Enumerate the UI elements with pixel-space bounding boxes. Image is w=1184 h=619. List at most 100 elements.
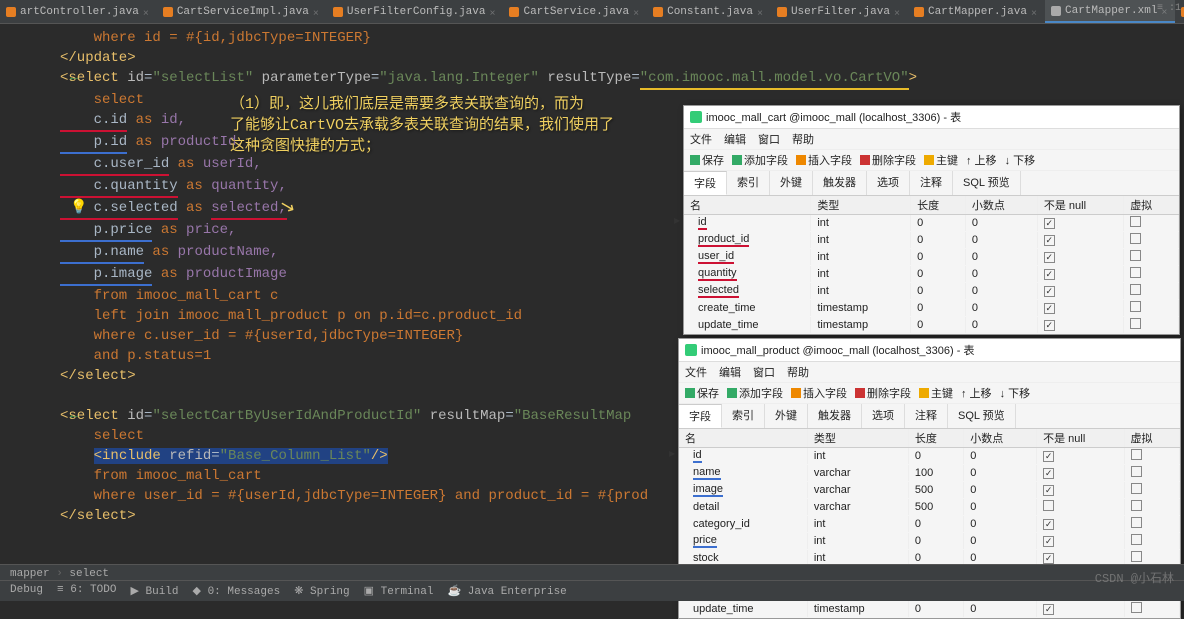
- db-tab[interactable]: SQL 预览: [953, 171, 1021, 195]
- delete-field-icon[interactable]: [855, 388, 865, 398]
- db-tab[interactable]: 注释: [910, 171, 953, 195]
- tool-window-button[interactable]: Debug: [10, 584, 43, 598]
- db-tab[interactable]: 字段: [679, 404, 722, 428]
- virtual-checkbox[interactable]: [1130, 284, 1141, 295]
- tab-CartService-java[interactable]: CartService.java: [503, 0, 647, 23]
- table-row[interactable]: product_idint00: [684, 232, 1179, 249]
- col-header[interactable]: 名: [684, 196, 811, 215]
- virtual-checkbox[interactable]: [1131, 534, 1142, 545]
- tab-CartServiceImpl-java[interactable]: CartServiceImpl.java: [157, 0, 327, 23]
- db-tab[interactable]: 选项: [867, 171, 910, 195]
- close-icon[interactable]: [757, 8, 765, 16]
- tool-window-button[interactable]: ▶ Build: [130, 584, 178, 598]
- col-header[interactable]: 长度: [908, 429, 963, 448]
- not-null-checkbox[interactable]: [1044, 320, 1055, 331]
- virtual-checkbox[interactable]: [1131, 449, 1142, 460]
- virtual-checkbox[interactable]: [1130, 267, 1141, 278]
- col-header[interactable]: 名: [679, 429, 807, 448]
- not-null-checkbox[interactable]: [1043, 468, 1054, 479]
- tab-UserFilter-java[interactable]: UserFilter.java: [771, 0, 908, 23]
- not-null-checkbox[interactable]: [1043, 519, 1054, 530]
- db-tab[interactable]: 触发器: [808, 404, 862, 428]
- col-header[interactable]: 小数点: [964, 429, 1037, 448]
- db-tabs[interactable]: 字段索引外键触发器选项注释SQL 预览: [679, 404, 1180, 429]
- db-menu[interactable]: 文件编辑窗口帮助: [684, 129, 1179, 150]
- db-tab[interactable]: 注释: [905, 404, 948, 428]
- close-icon[interactable]: [489, 8, 497, 16]
- db-tabs[interactable]: 字段索引外键触发器选项注释SQL 预览: [684, 171, 1179, 196]
- save-icon[interactable]: [690, 155, 700, 165]
- menu-item[interactable]: 窗口: [753, 364, 775, 380]
- tool-window-button[interactable]: ☕ Java Enterprise: [447, 584, 566, 598]
- table-row[interactable]: quantityint00: [684, 266, 1179, 283]
- insert-field-icon[interactable]: [796, 155, 806, 165]
- db-tab[interactable]: 选项: [862, 404, 905, 428]
- col-header[interactable]: 类型: [807, 429, 908, 448]
- db-tab[interactable]: 索引: [727, 171, 770, 195]
- table-row[interactable]: selectedint00: [684, 283, 1179, 300]
- tool-window-button[interactable]: ▣ Terminal: [364, 584, 434, 598]
- virtual-checkbox[interactable]: [1131, 551, 1142, 562]
- not-null-checkbox[interactable]: [1044, 252, 1055, 263]
- db-tab[interactable]: 外键: [765, 404, 808, 428]
- add-field-icon[interactable]: [727, 388, 737, 398]
- virtual-checkbox[interactable]: [1131, 466, 1142, 477]
- virtual-checkbox[interactable]: [1130, 233, 1141, 244]
- db-tab[interactable]: 外键: [770, 171, 813, 195]
- close-icon[interactable]: [633, 8, 641, 16]
- db-tab[interactable]: 触发器: [813, 171, 867, 195]
- delete-field-icon[interactable]: [860, 155, 870, 165]
- close-icon[interactable]: [143, 8, 151, 16]
- close-icon[interactable]: [313, 8, 321, 16]
- virtual-checkbox[interactable]: [1130, 250, 1141, 261]
- table-row[interactable]: priceint00: [679, 533, 1180, 550]
- virtual-checkbox[interactable]: [1130, 318, 1141, 329]
- not-null-checkbox[interactable]: [1043, 536, 1054, 547]
- menu-item[interactable]: 帮助: [792, 131, 814, 147]
- status-bar[interactable]: Debug≡ 6: TODO▶ Build◆ 0: Messages❋ Spri…: [0, 580, 1184, 601]
- tool-window-button[interactable]: ≡ 6: TODO: [57, 584, 116, 598]
- tab-Constant-java[interactable]: Constant.java: [647, 0, 771, 23]
- not-null-checkbox[interactable]: [1043, 604, 1054, 615]
- not-null-checkbox[interactable]: [1044, 303, 1055, 314]
- primary-key-icon[interactable]: [919, 388, 929, 398]
- table-row[interactable]: category_idint00: [679, 516, 1180, 533]
- virtual-checkbox[interactable]: [1131, 517, 1142, 528]
- menu-item[interactable]: 文件: [690, 131, 712, 147]
- tab-overflow[interactable]: ≡ :1: [1154, 0, 1184, 17]
- menu-item[interactable]: 窗口: [758, 131, 780, 147]
- move-down-button[interactable]: ↓ 下移: [1000, 385, 1031, 401]
- table-row[interactable]: detailvarchar5000: [679, 499, 1180, 516]
- db-toolbar[interactable]: 保存 添加字段 插入字段 删除字段 主键 ↑ 上移 ↓ 下移: [684, 150, 1179, 171]
- add-field-icon[interactable]: [732, 155, 742, 165]
- menu-item[interactable]: 帮助: [787, 364, 809, 380]
- table-row[interactable]: imagevarchar5000: [679, 482, 1180, 499]
- move-down-button[interactable]: ↓ 下移: [1005, 152, 1036, 168]
- db-menu[interactable]: 文件编辑窗口帮助: [679, 362, 1180, 383]
- primary-key-icon[interactable]: [924, 155, 934, 165]
- not-null-checkbox[interactable]: [1043, 500, 1054, 511]
- breadcrumb-item[interactable]: select: [69, 568, 109, 580]
- table-row[interactable]: user_idint00: [684, 249, 1179, 266]
- close-icon[interactable]: [1031, 8, 1039, 16]
- table-row[interactable]: update_timetimestamp00: [679, 601, 1180, 618]
- insert-field-icon[interactable]: [791, 388, 801, 398]
- db-tab[interactable]: SQL 预览: [948, 404, 1016, 428]
- tool-window-button[interactable]: ◆ 0: Messages: [193, 584, 281, 598]
- virtual-checkbox[interactable]: [1130, 216, 1141, 227]
- close-icon[interactable]: [894, 8, 902, 16]
- not-null-checkbox[interactable]: [1043, 485, 1054, 496]
- col-header[interactable]: 长度: [911, 196, 966, 215]
- table-row[interactable]: update_timetimestamp00: [684, 317, 1179, 334]
- table-row[interactable]: namevarchar1000: [679, 465, 1180, 482]
- db-grid[interactable]: 名类型长度小数点不是 null虚拟idint00product_idint00u…: [684, 196, 1179, 334]
- virtual-checkbox[interactable]: [1131, 602, 1142, 613]
- not-null-checkbox[interactable]: [1043, 553, 1054, 564]
- virtual-checkbox[interactable]: [1131, 500, 1142, 511]
- move-up-button[interactable]: ↑ 上移: [966, 152, 997, 168]
- menu-item[interactable]: 文件: [685, 364, 707, 380]
- virtual-checkbox[interactable]: [1131, 483, 1142, 494]
- save-icon[interactable]: [685, 388, 695, 398]
- db-toolbar[interactable]: 保存 添加字段 插入字段 删除字段 主键 ↑ 上移 ↓ 下移: [679, 383, 1180, 404]
- tab-UserFilterConfig-java[interactable]: UserFilterConfig.java: [327, 0, 504, 23]
